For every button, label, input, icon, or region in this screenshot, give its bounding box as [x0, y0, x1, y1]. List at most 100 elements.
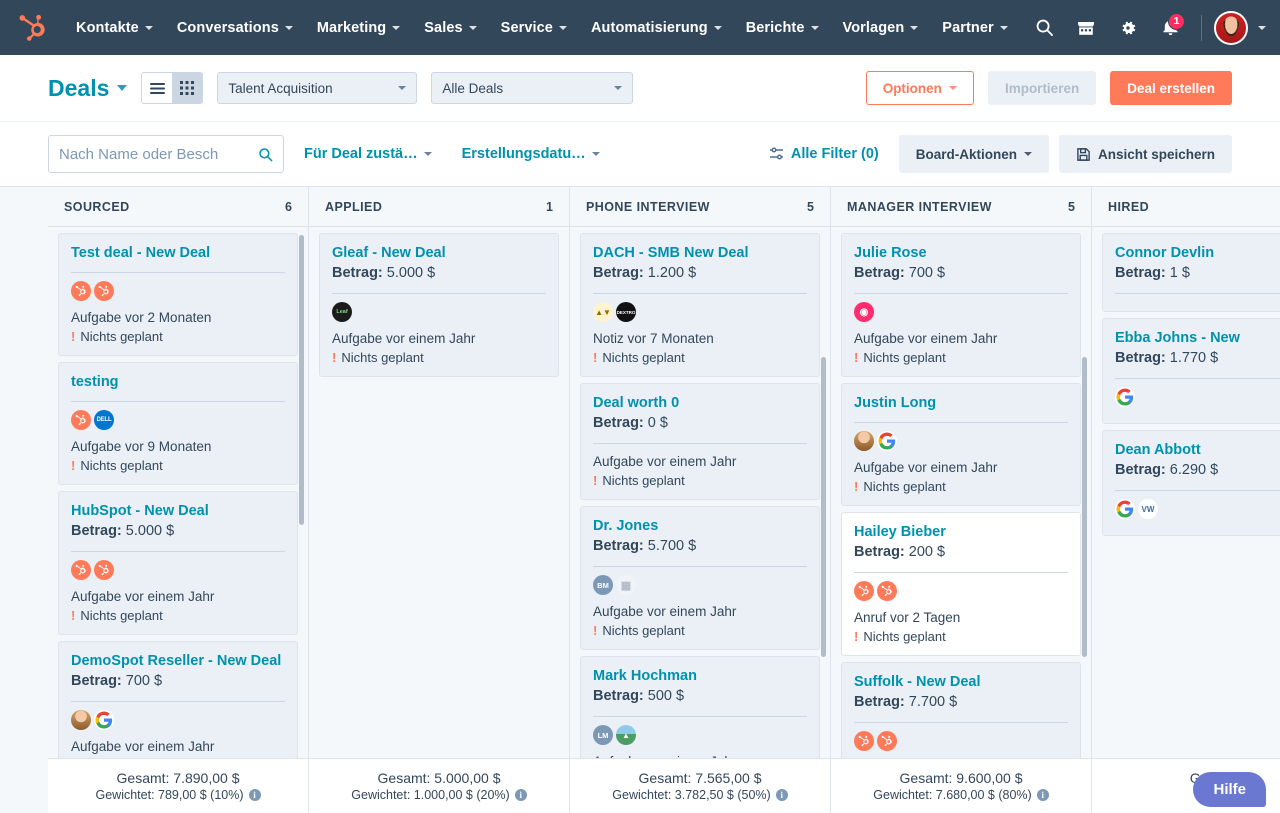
page-title[interactable]: Deals [48, 75, 127, 102]
deal-card-title[interactable]: Connor Devlin [1115, 244, 1280, 263]
deal-card-title[interactable]: testing [71, 373, 285, 392]
deal-card[interactable]: Test deal - New Deal Aufgabe vor 2 Monat… [58, 233, 298, 356]
deal-card-title[interactable]: Test deal - New Deal [71, 244, 285, 263]
search-box[interactable] [48, 135, 284, 173]
pipeline-select[interactable]: Talent Acquisition [217, 72, 417, 104]
deal-card-title[interactable]: Dr. Jones [593, 517, 807, 536]
deal-card[interactable]: Julie Rose Betrag: 700 $ ◉ Aufgabe vor e… [841, 233, 1081, 377]
deal-card-title[interactable]: Hailey Bieber [854, 523, 1068, 542]
deal-card-title[interactable]: Suffolk - New Deal [854, 673, 1068, 692]
all-filters-button[interactable]: Alle Filter (0) [759, 146, 889, 162]
info-icon[interactable]: i [249, 789, 261, 801]
deal-card-title[interactable]: Deal worth 0 [593, 394, 807, 413]
nav-item-marketing[interactable]: Marketing [305, 14, 412, 42]
nav-item-partner[interactable]: Partner [930, 14, 1019, 42]
search-icon[interactable] [1025, 9, 1063, 47]
card-divider [854, 722, 1068, 723]
nav-item-vorlagen[interactable]: Vorlagen [831, 14, 931, 42]
notification-badge: 1 [1168, 13, 1185, 30]
deal-card[interactable]: testing DELL Aufgabe vor 9 Monaten !Nich… [58, 362, 298, 485]
save-view-button[interactable]: Ansicht speichern [1059, 135, 1232, 173]
gleaf-avatar-icon: Leaf [332, 302, 352, 322]
gear-icon[interactable] [1109, 9, 1147, 47]
chevron-down-icon [910, 26, 918, 30]
search-icon[interactable] [258, 146, 273, 163]
deal-card-planned: !Nichts geplant [593, 471, 807, 490]
info-icon[interactable]: i [515, 789, 527, 801]
deal-card[interactable]: Connor Devlin Betrag: 1 $ [1102, 233, 1280, 312]
column-card-list[interactable]: Connor Devlin Betrag: 1 $ Ebba Johns - N… [1092, 227, 1280, 813]
save-disk-icon [1076, 147, 1091, 162]
nav-item-sales[interactable]: Sales [412, 14, 488, 42]
column-card-list[interactable]: Test deal - New Deal Aufgabe vor 2 Monat… [48, 227, 308, 813]
import-button[interactable]: Importieren [988, 71, 1096, 105]
options-button[interactable]: Optionen [866, 71, 974, 105]
column-card-list[interactable]: DACH - SMB New Deal Betrag: 1.200 $ ▲▼ D… [570, 227, 830, 813]
column-scrollbar[interactable] [1082, 357, 1087, 657]
deals-filter-select[interactable]: Alle Deals [431, 72, 633, 104]
deal-card[interactable]: HubSpot - New Deal Betrag: 5.000 $ Aufga… [58, 491, 298, 635]
deal-card[interactable]: DACH - SMB New Deal Betrag: 1.200 $ ▲▼ D… [580, 233, 820, 377]
column-header: SOURCED 6 [48, 187, 308, 227]
account-chevron-down-icon[interactable] [1258, 26, 1266, 30]
deal-card-title[interactable]: Julie Rose [854, 244, 1068, 263]
column-scrollbar[interactable] [299, 235, 304, 525]
info-icon[interactable]: i [1037, 789, 1049, 801]
nav-label: Berichte [746, 20, 805, 36]
board-view-icon[interactable] [172, 73, 202, 103]
deal-card[interactable]: Hailey Bieber Betrag: 200 $ Anruf vor 2 … [841, 512, 1081, 656]
deal-card-title[interactable]: Justin Long [854, 394, 1068, 413]
card-avatars: ◉ [854, 302, 1068, 322]
google-avatar-icon [877, 431, 897, 451]
chevron-down-icon [592, 152, 600, 156]
board-column-manager-interview: MANAGER INTERVIEW 5 Julie Rose Betrag: 7… [831, 187, 1092, 813]
list-view-icon[interactable] [142, 73, 172, 103]
board-actions-button[interactable]: Board-Aktionen [899, 135, 1049, 173]
deal-card-title[interactable]: Mark Hochman [593, 667, 807, 686]
person-avatar [71, 710, 91, 730]
nav-label: Partner [942, 20, 993, 36]
deal-card[interactable]: Ebba Johns - New Betrag: 1.770 $ [1102, 318, 1280, 424]
column-card-list[interactable]: Gleaf - New Deal Betrag: 5.000 $ Leaf Au… [309, 227, 569, 813]
deal-card-title[interactable]: HubSpot - New Deal [71, 502, 285, 521]
nav-item-kontakte[interactable]: Kontakte [64, 14, 165, 42]
column-scrollbar[interactable] [821, 357, 826, 657]
deal-card[interactable]: Deal worth 0 Betrag: 0 $ Aufgabe vor ein… [580, 383, 820, 500]
mountain-avatar-icon: ▲ [616, 725, 636, 745]
deal-card-title[interactable]: DACH - SMB New Deal [593, 244, 807, 263]
hubspot-avatar-icon [94, 281, 114, 301]
create-deal-button[interactable]: Deal erstellen [1110, 71, 1232, 105]
search-input[interactable] [59, 146, 258, 163]
nav-item-service[interactable]: Service [489, 14, 579, 42]
column-card-list[interactable]: Julie Rose Betrag: 700 $ ◉ Aufgabe vor e… [831, 227, 1091, 813]
create-date-filter[interactable]: Erstellungsdatu… [452, 146, 610, 162]
deal-card[interactable]: Dean Abbott Betrag: 6.290 $ VW [1102, 430, 1280, 536]
deal-card[interactable]: Dr. Jones Betrag: 5.700 $ BM ▦ Aufgabe v… [580, 506, 820, 650]
deal-card-title[interactable]: Ebba Johns - New [1115, 329, 1280, 348]
nav-item-automatisierung[interactable]: Automatisierung [579, 14, 734, 42]
board-column-sourced: SOURCED 6 Test deal - New Deal Aufgabe v… [48, 187, 309, 813]
info-icon[interactable]: i [776, 789, 788, 801]
hubspot-logo-icon[interactable] [18, 13, 48, 43]
deal-card-title[interactable]: DemoSpot Reseller - New Deal [71, 652, 285, 671]
column-count: 1 [546, 200, 553, 214]
chevron-down-icon [117, 85, 127, 91]
deal-owner-filter[interactable]: Für Deal zustä… [294, 146, 442, 162]
column-title: SOURCED [64, 200, 130, 214]
deal-card-title[interactable]: Dean Abbott [1115, 441, 1280, 460]
deal-card-title[interactable]: Gleaf - New Deal [332, 244, 546, 263]
nav-item-berichte[interactable]: Berichte [734, 14, 831, 42]
deal-card[interactable]: Gleaf - New Deal Betrag: 5.000 $ Leaf Au… [319, 233, 559, 377]
nav-item-conversations[interactable]: Conversations [165, 14, 305, 42]
board-columns: SOURCED 6 Test deal - New Deal Aufgabe v… [0, 187, 1280, 813]
board-left-gutter [0, 187, 48, 813]
import-button-label: Importieren [1005, 81, 1079, 96]
marketplace-icon[interactable] [1067, 9, 1105, 47]
notifications-bell-icon[interactable]: 1 [1151, 9, 1189, 47]
card-avatars [71, 281, 285, 301]
deal-card[interactable]: Justin Long Aufgabe vor einem Jahr !Nich… [841, 383, 1081, 506]
column-title: PHONE INTERVIEW [586, 200, 710, 214]
help-button[interactable]: Hilfe [1193, 772, 1266, 807]
card-avatars [71, 710, 285, 730]
user-avatar[interactable] [1214, 11, 1248, 45]
